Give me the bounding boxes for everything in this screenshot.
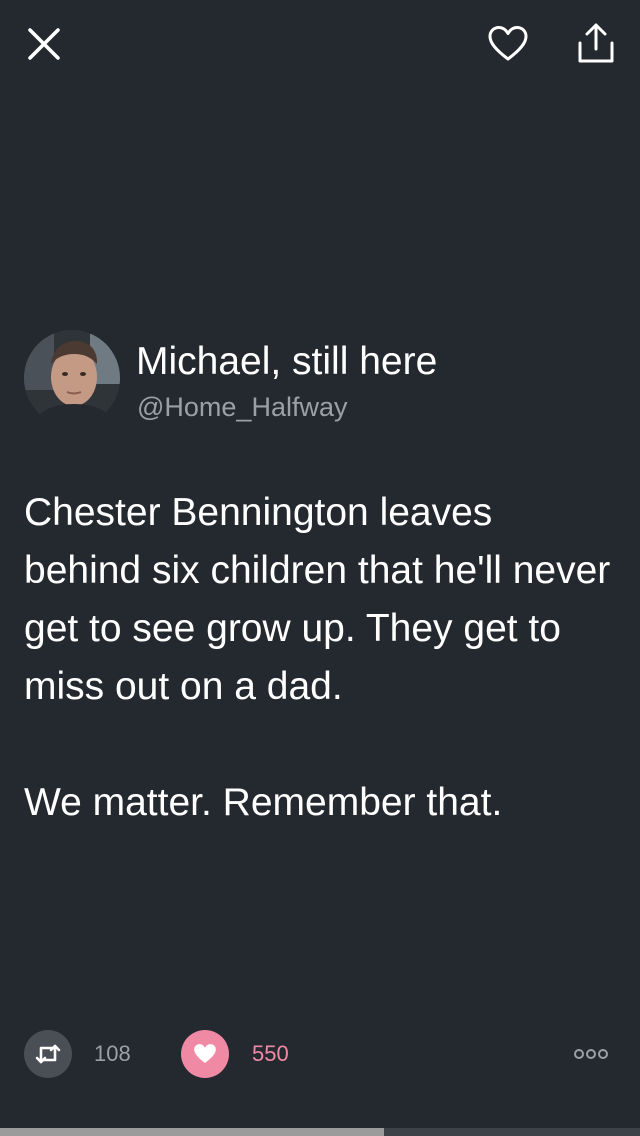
- favorite-button[interactable]: [484, 20, 532, 68]
- author-header: Michael, still here @Home_Halfway: [24, 330, 616, 430]
- retweet-icon: [35, 1044, 61, 1064]
- avatar-image: [24, 330, 120, 426]
- author-handle[interactable]: @Home_Halfway: [137, 392, 347, 423]
- more-options-button[interactable]: [566, 1040, 616, 1068]
- avatar[interactable]: [24, 330, 120, 426]
- close-button[interactable]: [20, 20, 68, 68]
- close-icon: [28, 28, 60, 60]
- heart-outline-icon: [488, 26, 528, 61]
- progress-bar: [0, 1128, 640, 1136]
- action-bar: 108 550: [0, 1030, 640, 1078]
- retweet-button[interactable]: [24, 1030, 72, 1078]
- heart-filled-icon: [194, 1044, 216, 1063]
- retweet-count: 108: [94, 1041, 131, 1066]
- share-button[interactable]: [572, 20, 620, 68]
- author-display-name[interactable]: Michael, still here: [136, 340, 437, 384]
- like-button[interactable]: [181, 1030, 229, 1078]
- tweet-text: Chester Bennington leaves behind six chi…: [24, 484, 620, 832]
- like-count: 550: [252, 1041, 289, 1066]
- tweet-paragraph: Chester Bennington leaves behind six chi…: [24, 491, 611, 708]
- progress-bar-fill: [0, 1128, 384, 1136]
- tweet-viewer-screen: Michael, still here @Home_Halfway Cheste…: [0, 0, 640, 1136]
- tweet-paragraph: We matter. Remember that.: [24, 781, 503, 824]
- share-icon: [578, 23, 614, 63]
- more-options-icon: [574, 1049, 608, 1059]
